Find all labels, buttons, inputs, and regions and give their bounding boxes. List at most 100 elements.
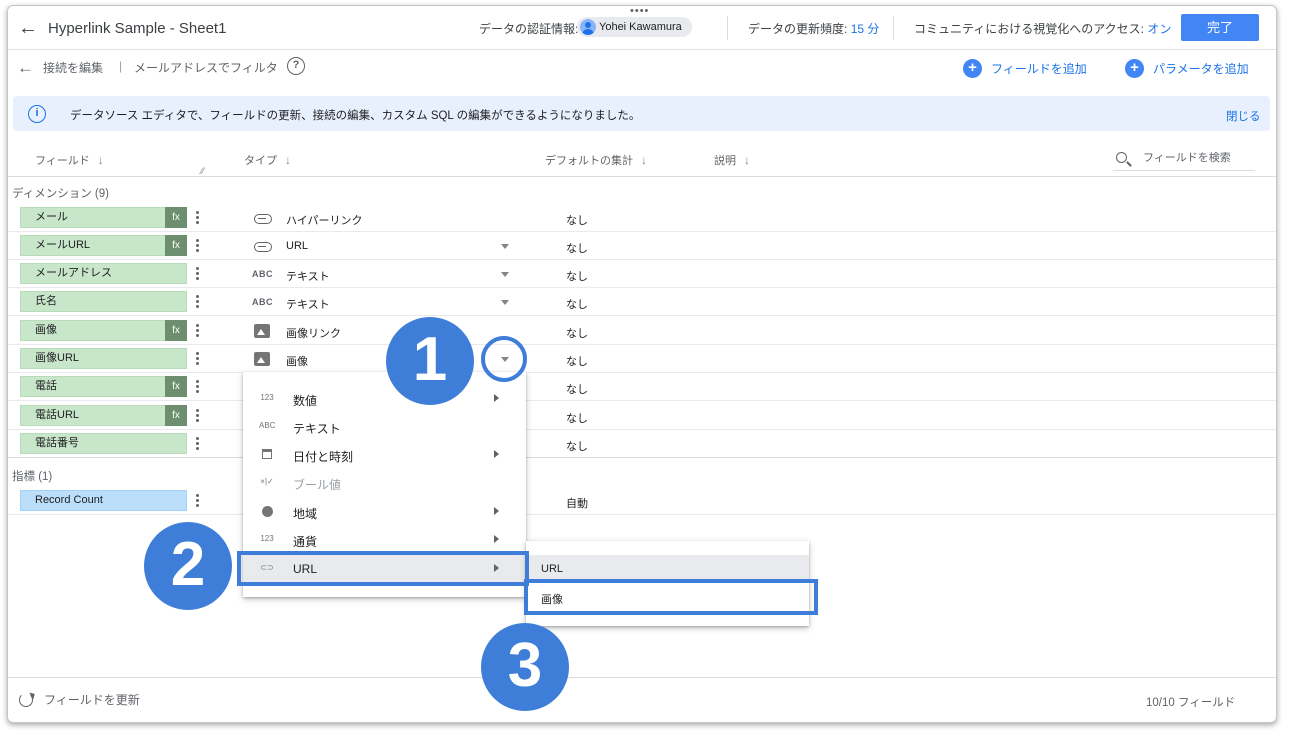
type-dropdown-icon[interactable] [501,272,509,277]
calendar-icon [259,449,275,461]
default-aggregation[interactable]: なし [566,410,588,426]
more-options-icon[interactable] [194,435,200,453]
default-aggregation[interactable]: なし [566,438,588,454]
menu-item-number[interactable]: 123 数値 [243,385,526,413]
formula-badge[interactable]: fx [165,207,187,228]
column-header-type[interactable]: タイプ ↓ [244,152,291,168]
formula-badge[interactable]: fx [165,235,187,256]
table-row: メールURL fx URL なし [8,232,1276,260]
text-type-icon: ABC [252,297,273,307]
default-aggregation[interactable]: なし [566,268,588,284]
default-aggregation[interactable]: なし [566,381,588,397]
divider [8,176,1276,177]
menu-item-label: テキスト [293,422,341,436]
highlight-ring [481,336,527,382]
resize-handle-icon[interactable]: ⁄⁄ [201,166,204,176]
more-options-icon[interactable] [194,378,200,396]
edit-connection-link[interactable]: 接続を編集 [43,59,103,76]
more-options-icon[interactable] [194,209,200,227]
submenu-item-label: URL [541,563,564,575]
table-row: メール fx ハイパーリンク なし [8,204,1276,232]
filter-by-email-link[interactable]: メールアドレスでフィルタ [134,59,278,76]
community-access-link[interactable]: オン [1147,22,1171,36]
menu-item-text[interactable]: ABC テキスト [243,413,526,441]
credentials-label: データの認証情報: [479,22,579,36]
default-aggregation[interactable]: なし [566,353,588,369]
default-aggregation[interactable]: なし [566,325,588,341]
refresh-fields-button[interactable]: フィールドを更新 [19,691,140,708]
freshness-setting: データの更新頻度: 15 分 [748,20,879,37]
field-chip[interactable]: メールアドレス [20,263,187,284]
back-arrow-icon[interactable]: ← [17,17,39,39]
divider [727,16,728,40]
menu-item-label: ブール値 [293,478,342,492]
field-chip[interactable]: 氏名 [20,291,187,312]
column-header-label: タイプ [244,155,277,167]
link-icon [252,211,272,225]
add-parameter-button[interactable]: + パラメータを追加 [1125,59,1249,78]
back-arrow-icon[interactable]: ← [17,58,34,78]
more-options-icon[interactable] [194,350,200,368]
column-header-description[interactable]: 説明 ↓ [714,152,750,168]
type-dropdown-icon[interactable] [501,300,509,305]
field-type: ハイパーリンク [286,215,363,227]
field-chip[interactable]: 画像URL [20,348,187,369]
refresh-fields-label: フィールドを更新 [44,693,140,707]
chevron-right-icon [494,450,499,458]
more-options-icon[interactable] [194,492,200,510]
default-aggregation[interactable]: 自動 [566,495,588,511]
freshness-link[interactable]: 15 分 [851,22,880,36]
more-options-icon[interactable] [194,407,200,425]
more-options-icon[interactable] [194,293,200,311]
column-header-label: フィールド [35,155,90,167]
field-chip[interactable]: 電話 [20,376,187,397]
default-aggregation[interactable]: なし [566,240,588,256]
help-icon[interactable]: ? [287,57,305,75]
editor-header: ← Hyperlink Sample - Sheet1 データの認証情報: Yo… [8,6,1276,50]
done-button[interactable]: 完了 [1181,14,1259,41]
formula-badge[interactable]: fx [165,320,187,341]
field-chip[interactable]: メールURL [20,235,187,256]
field-type: テキスト [286,299,330,311]
sort-arrow-icon: ↓ [641,153,647,167]
field-chip[interactable]: メール [20,207,187,228]
dimensions-section-title: ディメンション (9) [12,188,109,200]
chevron-right-icon [494,535,499,543]
boolean-icon: ×|✓ [260,477,274,486]
column-header-default-agg[interactable]: デフォルトの集計 ↓ [545,152,647,168]
step-badge: 3 [481,623,569,711]
credentials-chip[interactable]: Yohei Kawamura [577,17,692,37]
metric-chip[interactable]: Record Count [20,490,187,511]
divider [8,677,1276,678]
search-input[interactable] [1143,152,1251,164]
more-options-icon[interactable] [194,237,200,255]
formula-badge[interactable]: fx [165,405,187,426]
column-header-field[interactable]: フィールド ↓ [35,152,104,168]
add-field-button[interactable]: + フィールドを追加 [963,59,1087,78]
menu-item-currency[interactable]: 123 通貨 [243,526,526,554]
field-chip[interactable]: 画像 [20,320,187,341]
credentials-user: Yohei Kawamura [599,21,682,33]
image-icon [252,324,272,338]
divider: | [119,59,123,73]
more-options-icon[interactable] [194,265,200,283]
info-banner: i データソース エディタで、フィールドの更新、接続の編集、カスタム SQL の… [13,96,1270,131]
field-search [1113,149,1255,171]
field-chip[interactable]: 電話URL [20,405,187,426]
banner-close-button[interactable]: 閉じる [1226,108,1261,124]
formula-badge[interactable]: fx [165,376,187,397]
highlight-box [237,551,529,586]
menu-item-geo[interactable]: 地域 [243,498,526,526]
default-aggregation[interactable]: なし [566,296,588,312]
table-row: 画像 fx 画像リンク なし [8,317,1276,345]
menu-item-datetime[interactable]: 日付と時刻 [243,441,526,469]
default-aggregation[interactable]: なし [566,212,588,228]
field-chip[interactable]: 電話番号 [20,433,187,454]
info-icon: i [28,105,46,123]
type-dropdown-icon[interactable] [501,244,509,249]
more-options-icon[interactable] [194,322,200,340]
menu-item-label: 地域 [293,507,318,521]
add-field-label: フィールドを追加 [991,62,1087,76]
avatar [580,19,596,35]
divider [893,16,894,40]
